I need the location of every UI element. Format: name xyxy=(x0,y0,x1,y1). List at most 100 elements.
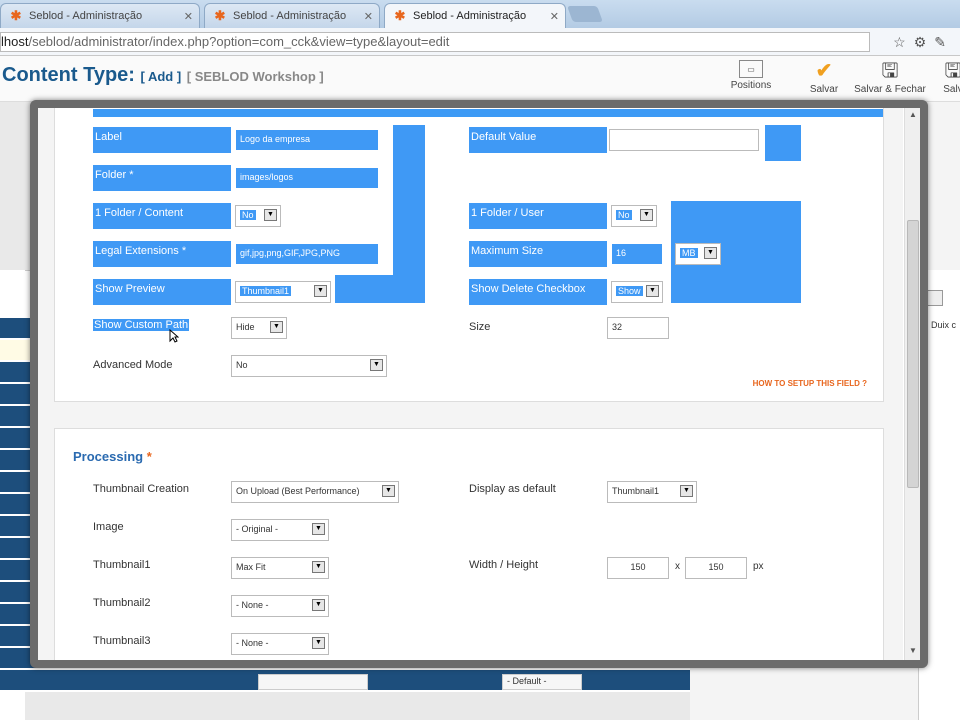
folder-content-select[interactable]: No ▼ xyxy=(235,205,281,227)
chevron-down-icon: ▼ xyxy=(312,561,325,573)
chevron-down-icon: ▼ xyxy=(370,359,383,371)
browser-tab-3-active[interactable]: ✱ Seblod - Administração ✕ xyxy=(384,3,566,28)
construction-fieldset: Label Logo da empresa Default Value Fold… xyxy=(54,108,884,402)
maximum-size-input[interactable]: 16 xyxy=(611,243,663,265)
default-value-input[interactable] xyxy=(609,129,759,151)
folder-user-select[interactable]: No ▼ xyxy=(611,205,657,227)
show-delete-checkbox-select[interactable]: Show ▼ xyxy=(611,281,663,303)
joomla-favicon-icon: ✱ xyxy=(394,8,406,23)
save-close-button[interactable]: 🖫 Salvar & Fechar xyxy=(852,60,928,95)
admin-toolbar: Content Type: [ Add ] [ SEBLOD Workshop … xyxy=(0,56,960,102)
floppy-disk-icon: 🖫 xyxy=(881,60,899,82)
selection-highlight xyxy=(93,109,883,117)
image-select[interactable]: - Original - ▼ xyxy=(231,519,329,541)
selection-highlight xyxy=(765,125,801,161)
close-icon[interactable]: ✕ xyxy=(550,10,559,23)
legal-extensions-input[interactable]: gif,jpg,png,GIF,JPG,PNG xyxy=(235,243,379,265)
floppy-disk-icon: 🖫 xyxy=(944,60,960,82)
row-select[interactable]: - Default - xyxy=(502,674,582,690)
field-edit-modal: Label Logo da empresa Default Value Fold… xyxy=(30,100,928,668)
dimension-separator: x xyxy=(675,561,680,572)
thumbnail1-label: Thumbnail1 xyxy=(93,559,151,571)
address-input[interactable]: lhost/seblod/administrator/index.php?opt… xyxy=(0,32,870,52)
title-context: [ SEBLOD Workshop ] xyxy=(186,69,324,84)
chevron-down-icon: ▼ xyxy=(264,209,277,221)
joomla-favicon-icon: ✱ xyxy=(10,8,22,23)
positions-button[interactable]: ▭ Positions xyxy=(728,60,774,91)
extension-icon[interactable]: ⚙ xyxy=(914,34,935,50)
side-select[interactable] xyxy=(927,290,943,306)
size-label: Size xyxy=(469,321,491,333)
browser-tab-1[interactable]: ✱ Seblod - Administração ✕ xyxy=(0,3,200,28)
browser-tab-2[interactable]: ✱ Seblod - Administração ✕ xyxy=(204,3,380,28)
thumbnail3-select[interactable]: - None - ▼ xyxy=(231,633,329,655)
chevron-down-icon: ▼ xyxy=(680,485,693,497)
px-unit: px xyxy=(753,561,764,572)
default-value-label: Default Value xyxy=(469,127,607,153)
side-label: Duix c xyxy=(931,320,957,330)
thumbnail2-select[interactable]: - None - ▼ xyxy=(231,595,329,617)
modal-scrollbar[interactable]: ▲ ▼ xyxy=(904,108,920,660)
list-item: - Default - xyxy=(0,670,690,692)
tab-title: Seblod - Administração xyxy=(29,10,143,22)
title-action: [ Add ] xyxy=(140,69,182,84)
close-icon[interactable]: ✕ xyxy=(184,10,193,23)
selection-highlight xyxy=(335,275,425,303)
row-input[interactable] xyxy=(258,674,368,690)
display-as-default-label: Display as default xyxy=(469,483,556,495)
label-field-label: Label xyxy=(93,127,231,153)
thumbnail2-label: Thumbnail2 xyxy=(93,597,151,609)
processing-title: Processing * xyxy=(73,449,152,464)
tab-title: Seblod - Administração xyxy=(413,10,527,22)
folder-user-label: 1 Folder / User xyxy=(469,203,607,229)
joomla-favicon-icon: ✱ xyxy=(214,8,226,23)
maximum-size-label: Maximum Size xyxy=(469,241,607,267)
modal-content: Label Logo da empresa Default Value Fold… xyxy=(38,108,903,660)
chevron-down-icon: ▼ xyxy=(270,321,283,333)
folder-label: Folder * xyxy=(93,165,231,191)
thumbnail1-select[interactable]: Max Fit ▼ xyxy=(231,557,329,579)
thumbnail3-label: Thumbnail3 xyxy=(93,635,151,647)
wrench-icon[interactable]: ✎ xyxy=(934,34,954,50)
show-custom-path-select[interactable]: Hide ▼ xyxy=(231,317,287,339)
folder-input[interactable]: images/logos xyxy=(235,167,379,189)
chevron-down-icon: ▼ xyxy=(646,285,659,297)
height-input[interactable]: 150 xyxy=(685,557,747,579)
width-input[interactable]: 150 xyxy=(607,557,669,579)
chevron-down-icon: ▼ xyxy=(312,599,325,611)
scroll-up-icon[interactable]: ▲ xyxy=(907,110,919,122)
thumbnail-creation-select[interactable]: On Upload (Best Performance) ▼ xyxy=(231,481,399,503)
chevron-down-icon: ▼ xyxy=(312,523,325,535)
thumbnail-creation-label: Thumbnail Creation xyxy=(93,483,189,495)
chevron-down-icon: ▼ xyxy=(382,485,395,497)
legal-extensions-label: Legal Extensions * xyxy=(93,241,231,267)
display-as-default-select[interactable]: Thumbnail1 ▼ xyxy=(607,481,697,503)
save-new-button[interactable]: 🖫 Salv xyxy=(938,60,960,95)
checkmark-icon: ✔ xyxy=(815,60,833,82)
show-preview-select[interactable]: Thumbnail1 ▼ xyxy=(235,281,331,303)
label-input[interactable]: Logo da empresa xyxy=(235,129,379,151)
new-tab-button[interactable] xyxy=(567,6,603,22)
width-height-label: Width / Height xyxy=(469,559,539,571)
image-label: Image xyxy=(93,521,124,533)
maximum-size-unit-select[interactable]: MB ▼ xyxy=(675,243,721,265)
browser-action-icons: ☆⚙✎ xyxy=(893,34,954,51)
bookmark-star-icon[interactable]: ☆ xyxy=(893,34,914,50)
show-preview-label: Show Preview xyxy=(93,279,231,305)
how-to-setup-link[interactable]: HOW TO SETUP THIS FIELD ? xyxy=(753,379,867,388)
show-delete-checkbox-label: Show Delete Checkbox xyxy=(469,279,607,305)
positions-icon: ▭ xyxy=(739,60,763,78)
tab-title: Seblod - Administração xyxy=(233,10,347,22)
processing-fieldset: Processing * Thumbnail Creation On Uploa… xyxy=(54,428,884,660)
browser-tab-bar: ✱ Seblod - Administração ✕ ✱ Seblod - Ad… xyxy=(0,0,960,28)
address-bar-row: lhost/seblod/administrator/index.php?opt… xyxy=(0,28,960,56)
save-button[interactable]: ✔ Salvar xyxy=(804,60,844,95)
scrollbar-thumb[interactable] xyxy=(907,220,919,488)
size-input[interactable]: 32 xyxy=(607,317,669,339)
close-icon[interactable]: ✕ xyxy=(364,10,373,23)
advanced-mode-label: Advanced Mode xyxy=(93,359,173,371)
advanced-mode-select[interactable]: No ▼ xyxy=(231,355,387,377)
page-title: Content Type: [ Add ] [ SEBLOD Workshop … xyxy=(2,64,324,86)
folder-content-label: 1 Folder / Content xyxy=(93,203,231,229)
scroll-down-icon[interactable]: ▼ xyxy=(907,646,919,658)
